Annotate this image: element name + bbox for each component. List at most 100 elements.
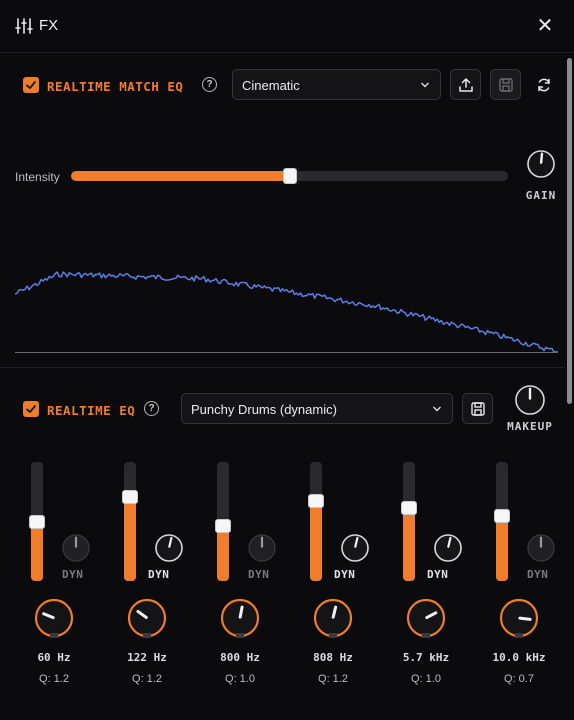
section-divider: [0, 367, 565, 368]
upload-button[interactable]: [450, 69, 481, 100]
band-dyn-label: DYN: [248, 568, 270, 581]
knob-indicator: [238, 605, 244, 619]
band-freq-knob[interactable]: [406, 598, 446, 638]
makeup-knob[interactable]: [514, 384, 546, 416]
band-frequency-label: 60 Hz: [37, 651, 71, 664]
spectrum-display: [15, 271, 558, 353]
save-icon: [499, 78, 513, 92]
realtime-eq-checkbox[interactable]: [23, 401, 39, 417]
band-freq-knob[interactable]: [34, 598, 74, 638]
band-gain-fader-fill: [496, 516, 508, 581]
close-icon: ✕: [536, 15, 554, 37]
band-gain-fader-fill: [31, 522, 43, 581]
band-dyn-knob[interactable]: [61, 533, 91, 563]
band-gain-fader-thumb[interactable]: [122, 490, 138, 504]
band-dyn-knob[interactable]: [154, 533, 184, 563]
spectrum-curve: [15, 271, 558, 353]
band-frequency-label: 800 Hz: [220, 651, 260, 664]
close-button[interactable]: ✕: [535, 16, 555, 36]
knob-ring: [434, 534, 462, 562]
eq-band: DYN 10.0 kHz Q: 0.7: [493, 462, 574, 692]
band-gain-fader[interactable]: [29, 462, 45, 581]
fx-header: FX ✕: [0, 0, 574, 53]
band-dyn-knob[interactable]: [340, 533, 370, 563]
band-dyn-label: DYN: [62, 568, 84, 581]
checkmark-icon: [26, 81, 36, 89]
knob-notch: [143, 633, 151, 638]
band-dyn-label: DYN: [527, 568, 549, 581]
realtime-eq-help-icon[interactable]: ?: [144, 401, 159, 416]
band-dyn-knob[interactable]: [247, 533, 277, 563]
band-q-label: Q: 0.7: [504, 673, 534, 685]
match-eq-save-button[interactable]: [490, 69, 521, 100]
chevron-down-icon: [420, 82, 430, 88]
upload-icon: [459, 78, 473, 92]
intensity-label: Intensity: [15, 170, 60, 184]
intensity-slider-fill: [71, 171, 290, 181]
knob-notch: [422, 633, 430, 638]
sliders-icon: [15, 18, 33, 34]
band-gain-fader[interactable]: [122, 462, 138, 581]
gain-label: GAIN: [525, 189, 557, 202]
band-frequency-label: 122 Hz: [127, 651, 167, 664]
band-q-label: Q: 1.0: [411, 673, 441, 685]
scrollbar-thumb[interactable]: [567, 58, 572, 404]
realtime-eq-preset-value: Punchy Drums (dynamic): [191, 402, 337, 417]
band-gain-fader-thumb[interactable]: [308, 494, 324, 508]
match-eq-checkbox[interactable]: [23, 77, 39, 93]
band-dyn-label: DYN: [334, 568, 356, 581]
band-gain-fader[interactable]: [308, 462, 324, 581]
band-gain-fader-thumb[interactable]: [29, 515, 45, 529]
band-frequency-label: 808 Hz: [313, 651, 353, 664]
refresh-button[interactable]: [536, 77, 552, 93]
band-gain-fader[interactable]: [215, 462, 231, 581]
save-icon: [471, 402, 485, 416]
band-gain-fader-fill: [310, 501, 322, 581]
band-q-label: Q: 1.2: [39, 673, 69, 685]
band-dyn-knob[interactable]: [433, 533, 463, 563]
intensity-slider-thumb[interactable]: [283, 168, 297, 184]
band-dyn-label: DYN: [427, 568, 449, 581]
match-eq-label: REALTIME MATCH EQ: [47, 79, 184, 94]
gain-knob[interactable]: [526, 149, 556, 179]
makeup-label: MAKEUP: [507, 420, 553, 433]
band-q-label: Q: 1.2: [132, 673, 162, 685]
chevron-down-icon: [432, 406, 442, 412]
knob-indicator: [518, 616, 532, 621]
knob-notch: [329, 633, 337, 638]
band-freq-knob[interactable]: [313, 598, 353, 638]
match-eq-preset-select[interactable]: Cinematic: [232, 69, 441, 100]
band-q-label: Q: 1.2: [318, 673, 348, 685]
band-dyn-knob[interactable]: [526, 533, 556, 563]
knob-notch: [50, 633, 58, 638]
band-gain-fader-fill: [217, 526, 229, 581]
band-gain-fader-thumb[interactable]: [494, 509, 510, 523]
band-gain-fader[interactable]: [401, 462, 417, 581]
knob-notch: [515, 633, 523, 638]
band-gain-fader-fill: [403, 508, 415, 581]
checkmark-icon: [26, 405, 36, 413]
band-gain-fader[interactable]: [494, 462, 510, 581]
knob-ring: [155, 534, 183, 562]
match-eq-preset-value: Cinematic: [242, 78, 300, 93]
band-frequency-label: 10.0 kHz: [492, 651, 546, 664]
band-freq-knob[interactable]: [127, 598, 167, 638]
band-gain-fader-fill: [124, 497, 136, 581]
band-gain-fader-thumb[interactable]: [401, 501, 417, 515]
band-q-label: Q: 1.0: [225, 673, 255, 685]
knob-indicator: [539, 152, 544, 164]
knob-notch: [236, 633, 244, 638]
intensity-slider[interactable]: [71, 168, 508, 184]
band-frequency-label: 5.7 kHz: [402, 651, 450, 664]
band-freq-knob[interactable]: [220, 598, 260, 638]
match-eq-help-icon[interactable]: ?: [202, 77, 217, 92]
realtime-eq-save-button[interactable]: [462, 393, 493, 424]
refresh-icon: [538, 78, 550, 92]
realtime-eq-label: REALTIME EQ: [47, 403, 136, 418]
realtime-eq-preset-select[interactable]: Punchy Drums (dynamic): [181, 393, 453, 424]
panel-title: FX: [39, 17, 59, 34]
band-freq-knob[interactable]: [499, 598, 539, 638]
knob-ring: [341, 534, 369, 562]
band-dyn-label: DYN: [148, 568, 170, 581]
band-gain-fader-thumb[interactable]: [215, 519, 231, 533]
